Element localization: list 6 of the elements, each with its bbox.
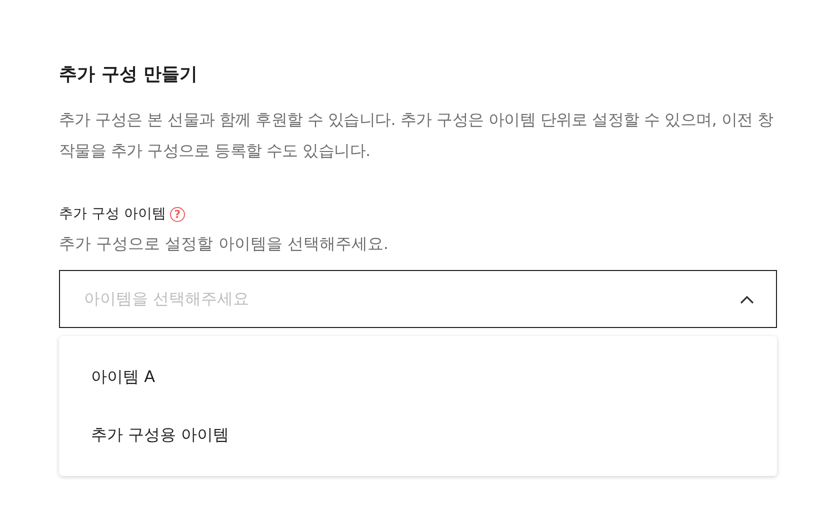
section-title: 추가 구성 만들기: [59, 63, 198, 87]
section-description: 추가 구성은 본 선물과 함께 후원할 수 있습니다. 추가 구성은 아이템 단위로 설정할 수 있으며, 이전 창작물을 추가 구성으로 등록할 수도 있습니다.: [59, 109, 774, 162]
field-hint: 추가 구성으로 설정할 아이템을 선택해주세요.: [59, 233, 388, 255]
dropdown-option[interactable]: 아이템 A: [91, 365, 156, 389]
dropdown-option[interactable]: 추가 구성용 아이템: [91, 423, 230, 447]
field-label: 추가 구성 아이템: [59, 205, 166, 224]
